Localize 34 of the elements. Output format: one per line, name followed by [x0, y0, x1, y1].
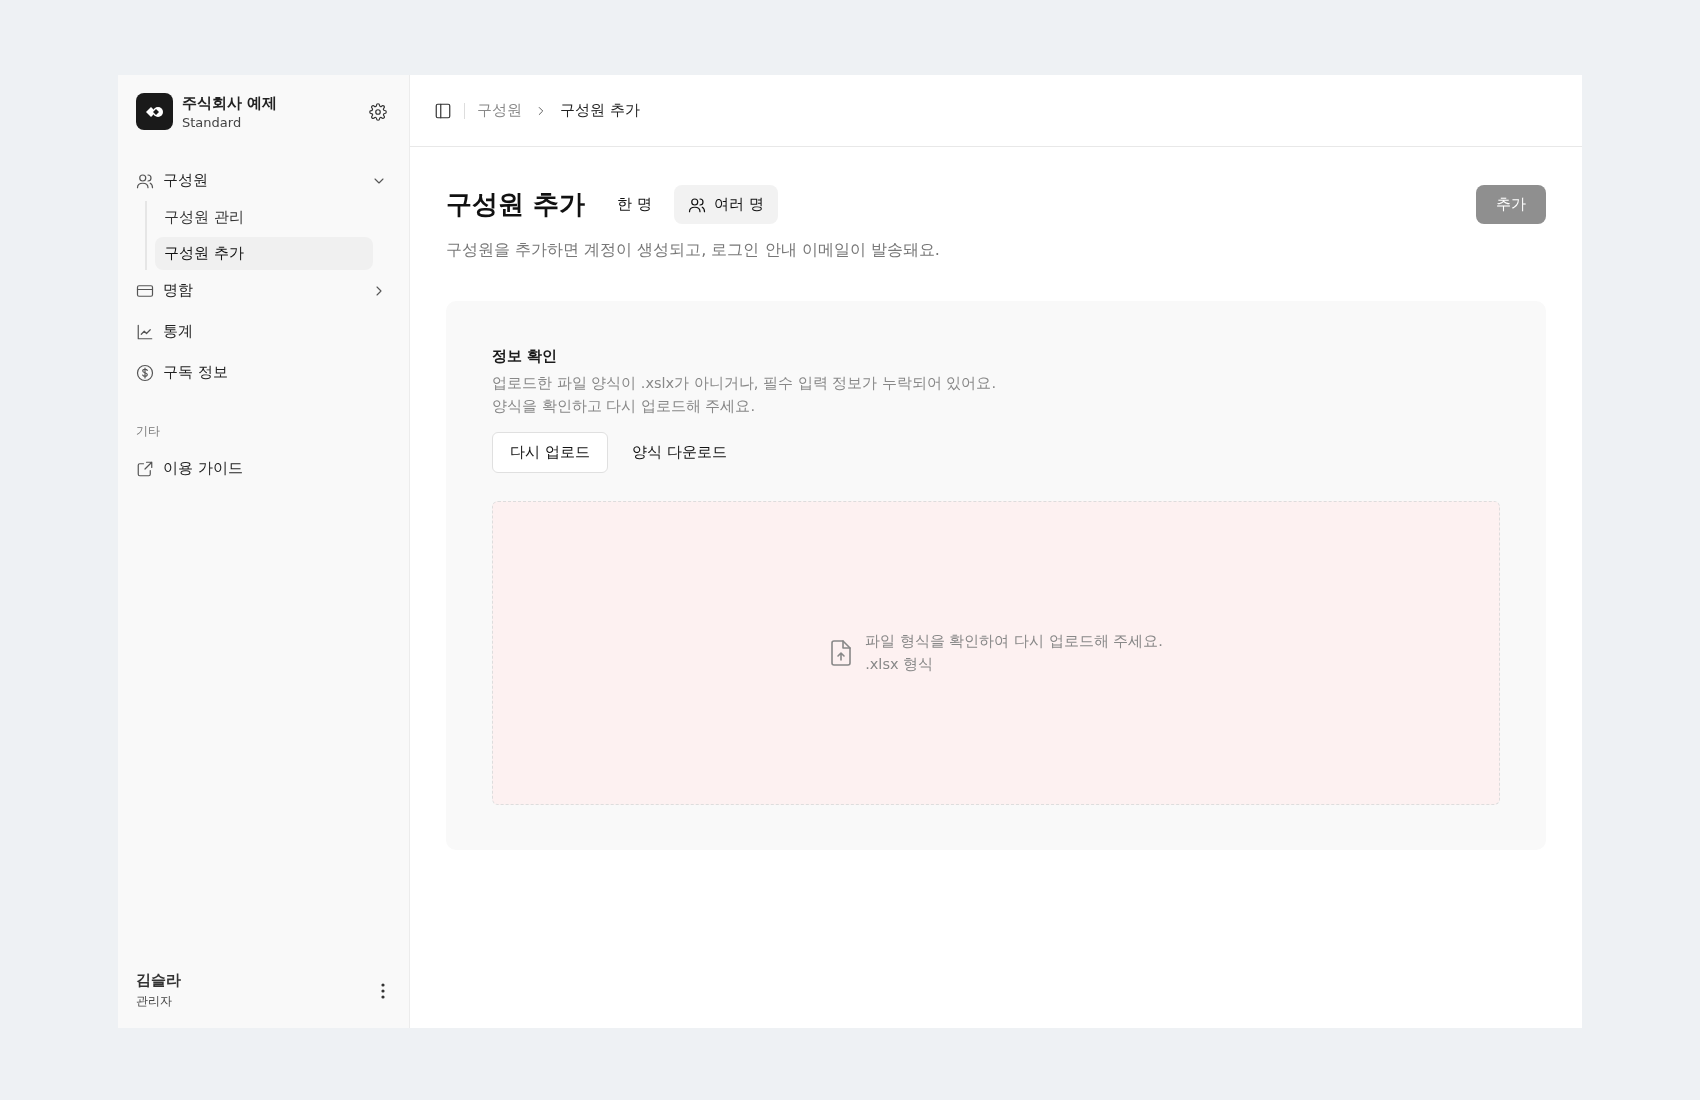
download-button[interactable]: 양식 다운로드	[613, 432, 745, 473]
more-options-icon[interactable]	[381, 982, 385, 999]
people-icon	[136, 171, 154, 190]
reupload-button[interactable]: 다시 업로드	[492, 432, 608, 473]
dropzone-message: 파일 형식을 확인하여 다시 업로드해 주세요.	[865, 632, 1163, 651]
user-role: 관리자	[136, 993, 173, 1010]
company-name: 주식회사 예제	[182, 93, 279, 113]
file-upload-icon	[829, 639, 854, 667]
nav-item[interactable]: 구성원	[136, 160, 391, 201]
dollar-circle-icon	[136, 363, 154, 382]
sidebar-toggle-icon[interactable]	[434, 101, 452, 120]
card-title: 정보 확인	[492, 347, 559, 366]
nav-subitem[interactable]: 구성원 추가	[155, 237, 373, 270]
error-message: 업로드한 파일 양식이 .xslx가 아니거나, 필수 입력 정보가 누락되어 있어요.	[492, 374, 998, 393]
nav-item[interactable]: 통계	[136, 311, 391, 352]
nav-item[interactable]: 명함	[136, 270, 391, 311]
tab[interactable]: 한 명	[603, 185, 666, 224]
line-chart-icon	[136, 322, 154, 341]
user-name: 김슬라	[136, 971, 182, 990]
logo-icon	[136, 93, 173, 130]
plan-label: Standard	[182, 114, 243, 130]
error-message: 양식을 확인하고 다시 업로드해 주세요.	[492, 397, 757, 416]
page-description: 구성원을 추가하면 계정이 생성되고, 로그인 안내 이메일이 발송돼요.	[446, 240, 941, 261]
nav-item[interactable]: 이용 가이드	[136, 448, 391, 489]
nav-item[interactable]: 구독 정보	[136, 352, 391, 393]
tab[interactable]: 여러 명	[673, 185, 778, 224]
page-title: 구성원 추가	[446, 188, 586, 221]
nav-subitem[interactable]: 구성원 관리	[155, 201, 373, 234]
section-label: 기타	[136, 423, 161, 440]
people-icon	[687, 195, 706, 214]
settings-icon[interactable]	[369, 102, 387, 121]
dropzone-hint: .xlsx 형식	[865, 655, 935, 674]
breadcrumb-link[interactable]: 구성원	[477, 101, 522, 120]
external-link-icon	[136, 459, 154, 478]
